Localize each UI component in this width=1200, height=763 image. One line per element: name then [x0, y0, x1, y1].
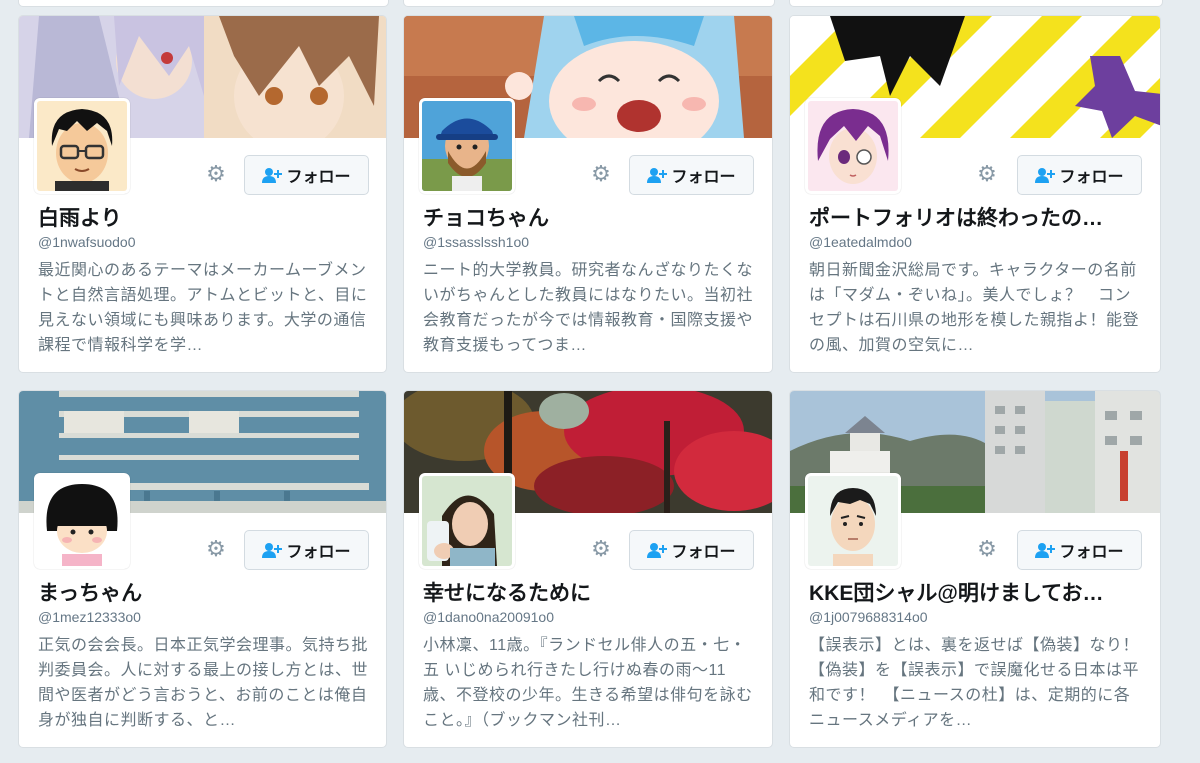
profile-handle[interactable]: @1j0079688314o0: [809, 609, 928, 625]
follow-button[interactable]: フォロー: [1017, 530, 1142, 570]
add-user-icon: [1035, 543, 1056, 558]
follow-button[interactable]: フォロー: [244, 530, 369, 570]
add-user-icon: [647, 168, 668, 183]
avatar[interactable]: [805, 473, 901, 569]
profile-name[interactable]: KKE団シャル@明けましてお…: [809, 577, 1139, 607]
add-user-icon: [262, 543, 283, 558]
profile-card: ⚙ フォロー まっちゃん @1mez12333o0 正気の会会長。日本正気学会理…: [18, 390, 387, 748]
profile-name[interactable]: ポートフォリオは終わったの…: [809, 202, 1139, 232]
add-user-icon: [1035, 168, 1056, 183]
profile-card: ⚙ フォロー ポートフォリオは終わったの… @1eatedalmdo0 朝日新聞…: [789, 15, 1161, 373]
profile-card: ⚙ フォロー 白雨より @1nwafsuodo0 最近関心のあるテーマはメーカー…: [18, 15, 387, 373]
profile-card: ⚙ フォロー チョコちゃん @1ssasslssh1o0 ニート的大学教員。研究…: [403, 15, 773, 373]
gear-icon[interactable]: ⚙: [973, 161, 1001, 189]
profile-bio: 小林凜、11歳。『ランドセル俳人の五・七・五 いじめられ行きたし行けぬ春の雨～1…: [423, 637, 753, 729]
avatar[interactable]: [34, 98, 130, 194]
profile-card: ⚙ フォロー KKE団シャル@明けましてお… @1j0079688314o0 【…: [789, 390, 1161, 748]
avatar[interactable]: [419, 98, 515, 194]
previous-card-edge: [789, 0, 1163, 7]
follow-label: フォロー: [286, 169, 351, 186]
profile-name[interactable]: まっちゃん: [38, 577, 368, 607]
avatar[interactable]: [34, 473, 130, 569]
profile-bio: ニート的大学教員。研究者なんざなりたくないがちゃんとした教員にはなりたい。当初社…: [423, 262, 754, 354]
profile-name[interactable]: 白雨より: [38, 202, 368, 232]
add-user-icon: [647, 543, 668, 558]
add-user-icon: [262, 168, 283, 183]
previous-card-edge: [403, 0, 775, 7]
avatar[interactable]: [805, 98, 901, 194]
profile-name[interactable]: 幸せになるために: [423, 577, 753, 607]
follow-label: フォロー: [671, 544, 736, 561]
gear-icon[interactable]: ⚙: [973, 536, 1001, 564]
profile-name[interactable]: チョコちゃん: [423, 202, 753, 232]
gear-icon[interactable]: ⚙: [587, 161, 615, 189]
profile-bio: 最近関心のあるテーマはメーカームーブメントと自然言語処理。アトムとビットと、目に…: [38, 262, 368, 354]
follow-label: フォロー: [671, 169, 736, 186]
profile-bio: 正気の会会長。日本正気学会理事。気持ち批判委員会。人に対する最上の接し方とは、世…: [38, 637, 369, 729]
follow-label: フォロー: [1059, 544, 1124, 561]
gear-icon[interactable]: ⚙: [202, 161, 230, 189]
profile-handle[interactable]: @1dano0na20091o0: [423, 609, 554, 625]
profile-handle[interactable]: @1nwafsuodo0: [38, 234, 136, 250]
follow-button[interactable]: フォロー: [629, 155, 754, 195]
profile-bio: 【誤表示】とは、裏を返せば【偽装】なり！ 【偽装】を【誤表示】で誤魔化せる日本は…: [809, 637, 1144, 729]
follow-label: フォロー: [1059, 169, 1124, 186]
follow-button[interactable]: フォロー: [244, 155, 369, 195]
profile-card: ⚙ フォロー 幸せになるために @1dano0na20091o0 小林凜、11歳…: [403, 390, 773, 748]
profile-handle[interactable]: @1ssasslssh1o0: [423, 234, 529, 250]
profile-handle[interactable]: @1eatedalmdo0: [809, 234, 912, 250]
follow-button[interactable]: フォロー: [1017, 155, 1142, 195]
follow-label: フォロー: [286, 544, 351, 561]
gear-icon[interactable]: ⚙: [587, 536, 615, 564]
profile-handle[interactable]: @1mez12333o0: [38, 609, 141, 625]
gear-icon[interactable]: ⚙: [202, 536, 230, 564]
follow-button[interactable]: フォロー: [629, 530, 754, 570]
avatar[interactable]: [419, 473, 515, 569]
previous-card-edge: [18, 0, 389, 7]
profile-bio: 朝日新聞金沢総局です。キャラクターの名前は「マダム・ぞいね」。美人でしょ？ コン…: [809, 262, 1140, 354]
